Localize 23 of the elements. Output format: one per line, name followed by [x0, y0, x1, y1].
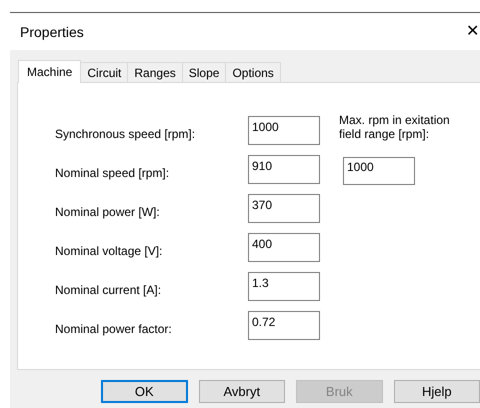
dialog-button[interactable]: Hjelp — [394, 380, 480, 403]
input-field[interactable]: 400 — [248, 233, 320, 262]
close-button[interactable]: ✕ — [466, 24, 479, 40]
input-field[interactable]: 0.72 — [248, 311, 320, 340]
field-label: Synchronous speed [rpm]: — [55, 126, 196, 140]
field-label: Nominal current [A]: — [55, 282, 162, 296]
tab[interactable]: Ranges — [127, 62, 183, 82]
input-field[interactable]: 1.3 — [248, 272, 320, 301]
input-field[interactable]: 910 — [248, 155, 320, 184]
input-field[interactable]: 1000 — [248, 116, 320, 145]
window-title: Properties — [20, 24, 84, 40]
input-field[interactable]: 370 — [248, 194, 320, 223]
tab[interactable]: Options — [225, 62, 281, 82]
field-label: Nominal power [W]: — [55, 204, 161, 218]
tab[interactable]: Machine — [18, 60, 82, 83]
field-label: Nominal power factor: — [55, 320, 173, 336]
field-label: Max. rpm in exitation field range [rpm]: — [339, 113, 451, 143]
input-field[interactable]: 1000 — [343, 157, 415, 185]
field-label: Nominal speed [rpm]: — [55, 164, 170, 180]
dialog-button[interactable]: OK — [101, 380, 188, 403]
tab[interactable]: Slope — [182, 62, 226, 82]
field-label: Nominal voltage [V]: — [55, 242, 164, 258]
dialog-button[interactable]: Avbryt — [198, 380, 286, 403]
